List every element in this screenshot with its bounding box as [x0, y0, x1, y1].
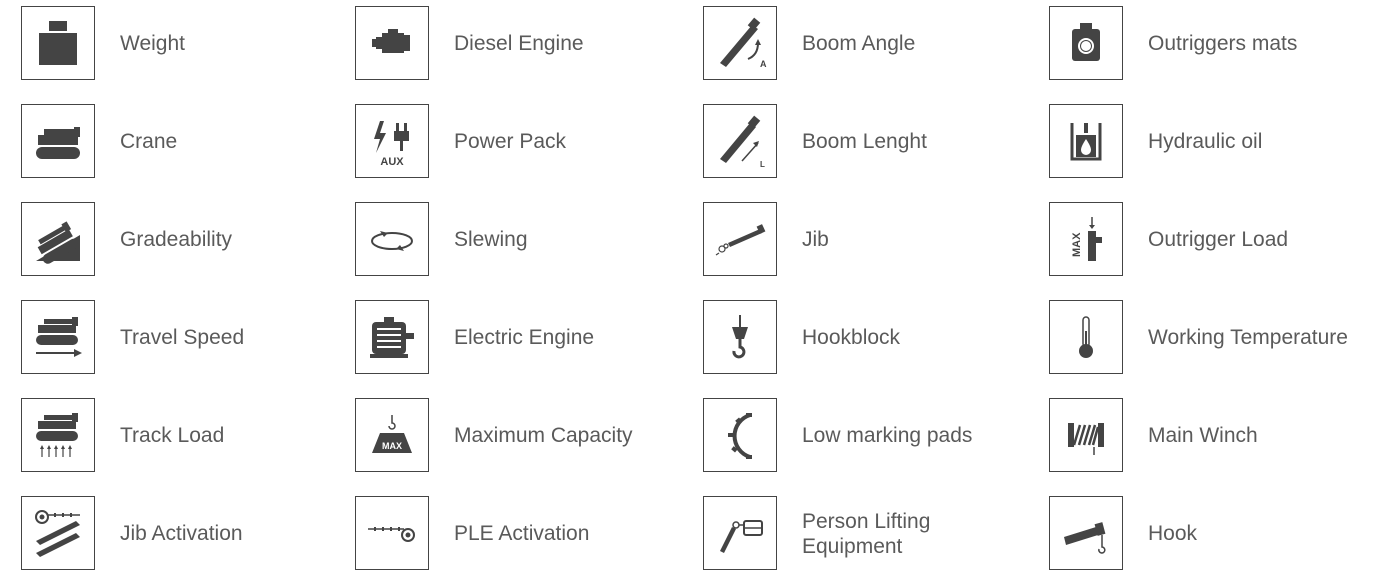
legend-label: Weight [120, 32, 185, 56]
outrigger-load-icon: MAX [1071, 217, 1102, 261]
legend-label: Jib Activation [120, 522, 243, 546]
outriggers-mats-icon [1072, 23, 1100, 61]
legend-label: Hook [1148, 522, 1198, 546]
low-marking-pads-icon [728, 413, 752, 459]
hydraulic-oil-icon-box [1049, 104, 1123, 178]
electric-engine-icon-box [355, 300, 429, 374]
jib-activation-icon [35, 510, 80, 557]
boom-length-icon-box: L [703, 104, 777, 178]
outrigger-load-icon-box: MAX [1049, 202, 1123, 276]
maximum-capacity-icon-box: MAX [355, 398, 429, 472]
maximum-capacity-icon: MAX [372, 415, 412, 453]
power-pack-icon: AUX [374, 121, 409, 168]
boom-angle-letter: A [760, 59, 767, 69]
jib-activation-icon-box [21, 496, 95, 570]
ple-activation-icon [368, 527, 415, 542]
electric-engine-icon [370, 317, 414, 358]
legend-label: Boom Angle [802, 32, 916, 56]
boom-angle-icon: A [720, 17, 767, 69]
outriggers-mats-icon-box [1049, 6, 1123, 80]
hook-icon-box [1049, 496, 1123, 570]
ple-activation-icon-box [355, 496, 429, 570]
legend-label: Person Lifting Equipment [802, 509, 931, 558]
legend-label: Gradeability [120, 228, 233, 252]
legend-label: Electric Engine [454, 326, 595, 350]
person-lifting-equipment-icon [720, 520, 763, 553]
jib-icon-box [703, 202, 777, 276]
legend-label: Main Winch [1148, 424, 1258, 448]
legend-label: Travel Speed [120, 326, 245, 350]
legend-label: Maximum Capacity [454, 424, 633, 448]
legend-label: Jib [802, 228, 829, 252]
slewing-icon-box [355, 202, 429, 276]
boom-angle-icon-box: A [703, 6, 777, 80]
crane-icon-box [21, 104, 95, 178]
track-load-icon [36, 413, 78, 457]
slewing-icon [371, 231, 413, 251]
legend-label: Power Pack [454, 130, 567, 154]
travel-speed-icon [36, 317, 82, 357]
track-load-icon-box [21, 398, 95, 472]
legend-label: Hookblock [802, 326, 901, 350]
weight-icon-box [21, 6, 95, 80]
legend-label: Diesel Engine [454, 32, 584, 56]
hookblock-icon [732, 315, 748, 359]
legend-label: Slewing [454, 228, 528, 252]
crane-icon [36, 127, 80, 159]
main-winch-icon [1068, 423, 1104, 455]
low-marking-pads-icon-box [703, 398, 777, 472]
working-temperature-icon-box [1049, 300, 1123, 374]
icon-legend: Weight Diesel Engine A Boom Angle Outrig… [0, 0, 1394, 573]
hydraulic-oil-icon [1070, 123, 1102, 161]
gradeability-icon [36, 221, 80, 264]
legend-label: Low marking pads [802, 424, 973, 448]
gradeability-icon-box [21, 202, 95, 276]
diesel-engine-icon [372, 29, 410, 53]
person-lifting-equipment-icon-box [703, 496, 777, 570]
legend-label: Crane [120, 130, 178, 154]
legend-label: Outriggers mats [1148, 32, 1298, 56]
main-winch-icon-box [1049, 398, 1123, 472]
boom-length-icon: L [720, 115, 765, 169]
power-pack-icon-box: AUX [355, 104, 429, 178]
hook-icon [1064, 522, 1106, 554]
working-temperature-icon [1079, 316, 1093, 358]
legend-label: PLE Activation [454, 522, 590, 546]
legend-label: Track Load [120, 424, 225, 448]
power-pack-text: AUX [380, 156, 404, 168]
jib-icon [715, 224, 766, 256]
legend-label: Boom Lenght [802, 130, 927, 154]
maximum-capacity-text: MAX [382, 441, 402, 451]
diesel-engine-icon-box [355, 6, 429, 80]
legend-label: Hydraulic oil [1148, 130, 1263, 154]
weight-icon [39, 21, 77, 65]
legend-label: Outrigger Load [1148, 228, 1289, 252]
boom-length-letter: L [760, 160, 765, 169]
outrigger-max-text: MAX [1071, 232, 1083, 257]
legend-label: Working Temperature [1148, 326, 1348, 350]
travel-speed-icon-box [21, 300, 95, 374]
hookblock-icon-box [703, 300, 777, 374]
